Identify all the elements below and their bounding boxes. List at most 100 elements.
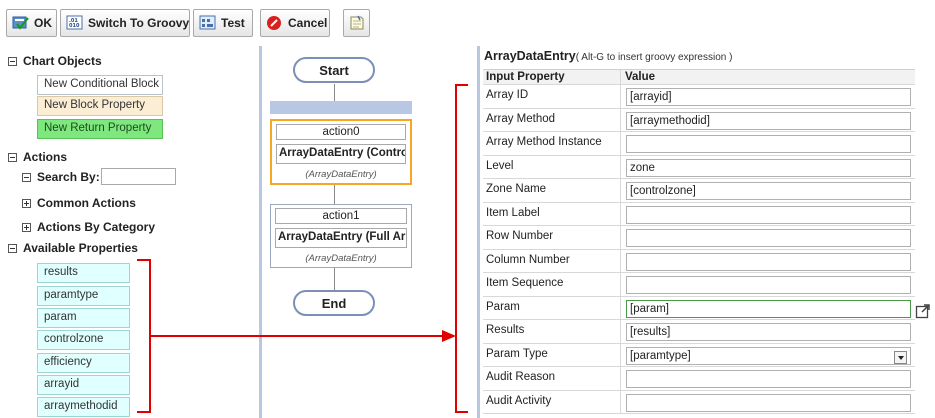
chart-objects-section[interactable]: Chart Objects: [8, 54, 102, 68]
property-label: Array Method Instance: [483, 132, 621, 155]
action-type: (ArrayDataEntry): [305, 253, 377, 264]
note-icon: [348, 15, 366, 31]
property-value-input[interactable]: [arrayid]: [626, 88, 911, 106]
property-value-input[interactable]: [results]: [626, 323, 911, 341]
property-value-input[interactable]: [626, 229, 911, 247]
property-editor: ArrayDataEntry( Alt-G to insert groovy e…: [480, 46, 935, 418]
param-type-value: [paramtype]: [630, 349, 691, 362]
cancel-button-label: Cancel: [288, 16, 328, 30]
switch-to-groovy-label: Switch To Groovy: [88, 16, 190, 30]
property-value-input[interactable]: [controlzone]: [626, 182, 911, 200]
cancel-button[interactable]: Cancel: [260, 9, 330, 37]
test-button[interactable]: Test: [193, 9, 253, 37]
switch-to-groovy-button[interactable]: .01 010 Switch To Groovy: [60, 9, 190, 37]
action-title: ArrayDataEntry (Control:: [276, 144, 406, 164]
connector-line: [334, 84, 335, 101]
collapse-icon: [22, 172, 31, 182]
chevron-down-icon[interactable]: [894, 350, 907, 364]
property-label: Item Label: [483, 202, 621, 225]
property-item[interactable]: results: [37, 263, 130, 283]
ok-icon: [12, 15, 30, 31]
common-actions-title: Common Actions: [37, 196, 136, 210]
notes-button[interactable]: [343, 9, 370, 37]
property-row: Column Number: [483, 249, 915, 273]
property-row: Item Label: [483, 202, 915, 226]
new-conditional-block[interactable]: New Conditional Block: [37, 75, 163, 95]
property-item[interactable]: efficiency: [37, 353, 130, 373]
property-value-input[interactable]: [626, 252, 911, 271]
property-value-input[interactable]: [626, 393, 911, 412]
cancel-icon: [266, 15, 284, 31]
expand-icon: [22, 222, 31, 232]
property-item[interactable]: param: [37, 308, 130, 328]
editor-header: ArrayDataEntry( Alt-G to insert groovy e…: [484, 49, 732, 63]
property-row: Audit Reason: [483, 367, 915, 391]
actions-by-category-title: Actions By Category: [37, 220, 156, 234]
search-input[interactable]: [101, 168, 176, 185]
editor-title: ArrayDataEntry: [484, 49, 576, 63]
property-item[interactable]: arrayid: [37, 375, 130, 395]
flow-panel: Start action0 ArrayDataEntry (Control: (…: [262, 46, 478, 418]
property-item[interactable]: paramtype: [37, 286, 130, 306]
property-row: Array Method [arraymethodid]: [483, 108, 915, 132]
property-value-input[interactable]: zone: [626, 158, 911, 177]
connector-line: [334, 185, 335, 204]
property-label: Column Number: [483, 249, 621, 272]
svg-text:010: 010: [69, 23, 80, 29]
common-actions-section[interactable]: Common Actions: [22, 196, 136, 210]
actions-title: Actions: [23, 150, 68, 164]
property-label: Results: [483, 320, 621, 343]
property-row: Level zone: [483, 155, 915, 179]
property-row: Audit Activity: [483, 390, 915, 414]
column-header-property: Input Property: [483, 70, 621, 84]
property-value-input[interactable]: [626, 135, 911, 153]
available-properties-title: Available Properties: [23, 241, 138, 255]
property-value-input[interactable]: [626, 276, 911, 294]
groovy-script-icon: .01 010: [66, 15, 84, 31]
actions-by-category-section[interactable]: Actions By Category: [22, 220, 155, 234]
property-value-input[interactable]: [626, 205, 911, 224]
property-label: Audit Activity: [483, 390, 621, 413]
external-link-icon[interactable]: [915, 303, 931, 319]
new-return-property[interactable]: New Return Property: [37, 119, 163, 139]
property-label: Audit Reason: [483, 367, 621, 390]
property-row: Results [results]: [483, 320, 915, 344]
available-properties-section[interactable]: Available Properties: [8, 241, 138, 255]
editor-hint: ( Alt-G to insert groovy expression ): [575, 52, 733, 63]
property-label: Param: [483, 296, 621, 319]
property-value-input[interactable]: [626, 370, 911, 388]
param-type-select[interactable]: [paramtype]: [626, 346, 911, 365]
test-icon: [199, 15, 217, 31]
ok-button[interactable]: OK: [6, 9, 57, 37]
property-label: Zone Name: [483, 179, 621, 202]
start-node[interactable]: Start: [293, 57, 375, 83]
action-type: (ArrayDataEntry): [305, 169, 377, 180]
chart-objects-title: Chart Objects: [23, 54, 102, 68]
connector-line: [334, 268, 335, 290]
ok-button-label: OK: [34, 16, 52, 30]
action-node[interactable]: action1 ArrayDataEntry (Full Arra (Array…: [270, 204, 412, 268]
property-item[interactable]: arraymethodid: [37, 397, 130, 417]
action-node-selected[interactable]: action0 ArrayDataEntry (Control: (ArrayD…: [270, 119, 412, 185]
test-button-label: Test: [221, 16, 245, 30]
actions-section[interactable]: Actions: [8, 150, 67, 164]
end-node[interactable]: End: [293, 290, 375, 316]
property-value-input[interactable]: [arraymethodid]: [626, 111, 911, 130]
action-name: action0: [276, 124, 406, 140]
expand-icon: [22, 198, 31, 208]
flow-band: [270, 101, 412, 114]
new-block-property[interactable]: New Block Property: [37, 96, 163, 116]
property-label: Param Type: [483, 343, 621, 366]
collapse-icon: [8, 152, 17, 162]
property-row: Array ID [arrayid]: [483, 85, 915, 109]
collapse-icon: [8, 56, 17, 66]
grid-header: Input Property Value: [483, 70, 915, 85]
param-value-input[interactable]: [param]: [626, 299, 911, 318]
property-item[interactable]: controlzone: [37, 330, 130, 350]
property-row: Item Sequence: [483, 273, 915, 297]
property-grid: Input Property Value Array ID [arrayid] A…: [483, 69, 915, 414]
search-by-section[interactable]: Search By:: [22, 170, 100, 184]
property-row: Zone Name [controlzone]: [483, 179, 915, 203]
property-label: Item Sequence: [483, 273, 621, 296]
left-panel: Chart Objects New Conditional Block New …: [0, 46, 258, 418]
